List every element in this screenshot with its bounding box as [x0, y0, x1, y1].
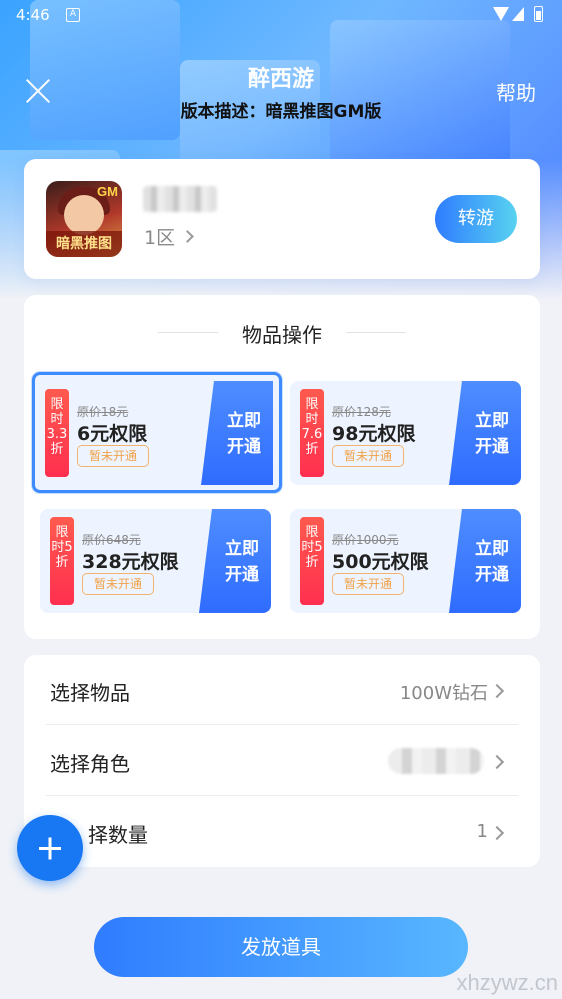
account-name-blurred [143, 186, 217, 212]
activate-button[interactable]: 立即 开通 [199, 509, 271, 613]
item-name: 500元权限 [332, 551, 429, 573]
select-quantity-row[interactable]: 择数量 1 [46, 797, 518, 867]
item-card[interactable]: 限时5折 原价648元 328元权限 暂未开通 立即 开通 [40, 509, 271, 613]
item-name: 6元权限 [77, 423, 148, 445]
items-section: 物品操作 限时3.3折 原价18元 6元权限 暂未开通 立即 开通 限时7.6折 … [24, 295, 540, 639]
gm-badge: GM [97, 184, 118, 199]
discount-tag: 限时7.6折 [300, 389, 324, 477]
status-badge: 暂未开通 [332, 445, 405, 467]
select-quantity-value: 1 [476, 821, 488, 842]
select-item-value: 100W钻石 [399, 683, 488, 704]
discount-tag: 限时3.3折 [45, 389, 69, 477]
game-card: GM 暗黑推图 1区 转游 [24, 159, 540, 279]
activate-label: 立即 开通 [475, 411, 509, 457]
status-badge: 暂未开通 [77, 445, 150, 467]
issue-items-button[interactable]: 发放道具 [94, 917, 468, 977]
item-name: 328元权限 [82, 551, 179, 573]
select-item-row[interactable]: 选择物品 100W钻石 [46, 655, 518, 725]
page-title: 醉西游 [247, 67, 314, 92]
status-bar: 4:46 A [0, 0, 562, 30]
game-icon: GM 暗黑推图 [46, 181, 122, 257]
original-price: 原价18元 [77, 405, 129, 419]
activate-button[interactable]: 立即 开通 [449, 509, 521, 613]
original-price: 原价1000元 [332, 533, 399, 547]
server-label: 1区 [144, 227, 176, 249]
transfer-game-button[interactable]: 转游 [435, 195, 517, 243]
activate-button[interactable]: 立即 开通 [201, 381, 273, 485]
chevron-right-icon [489, 825, 505, 841]
original-price: 原价648元 [82, 533, 141, 547]
select-quantity-label: 择数量 [88, 823, 148, 847]
add-floating-button[interactable] [17, 815, 83, 881]
activate-label: 立即 开通 [227, 411, 261, 457]
divider [346, 332, 406, 333]
item-name: 98元权限 [332, 423, 416, 445]
version-description: 版本描述：暗黑推图GM版 [180, 102, 382, 122]
top-bar: 醉西游 版本描述：暗黑推图GM版 帮助 [0, 55, 562, 125]
activate-button[interactable]: 立即 开通 [449, 381, 521, 485]
chevron-right-icon [181, 230, 194, 243]
battery-icon [534, 6, 543, 22]
notification-icon: A [66, 8, 80, 22]
section-title: 物品操作 [242, 323, 322, 347]
help-button[interactable]: 帮助 [496, 77, 536, 106]
select-role-label: 选择角色 [50, 752, 130, 776]
status-time: 4:46 [16, 6, 50, 24]
discount-tag: 限时5折 [50, 517, 74, 605]
item-card[interactable]: 限时7.6折 原价128元 98元权限 暂未开通 立即 开通 [290, 381, 521, 485]
activate-label: 立即 开通 [225, 539, 259, 585]
activate-label: 立即 开通 [475, 539, 509, 585]
original-price: 原价128元 [332, 405, 391, 419]
form-card: 选择物品 100W钻石 选择角色 择数量 1 [24, 655, 540, 867]
game-icon-banner: 暗黑推图 [46, 231, 122, 257]
character-face [64, 195, 104, 235]
status-badge: 暂未开通 [332, 573, 405, 595]
discount-tag: 限时5折 [300, 517, 324, 605]
select-item-label: 选择物品 [50, 681, 130, 705]
signal-icon [512, 7, 524, 21]
item-card[interactable]: 限时5折 原价1000元 500元权限 暂未开通 立即 开通 [290, 509, 521, 613]
role-name-blurred [388, 748, 484, 774]
server-selector[interactable]: 1区 [144, 223, 194, 250]
wifi-icon [493, 7, 509, 21]
item-card[interactable]: 限时3.3折 原价18元 6元权限 暂未开通 立即 开通 [32, 372, 282, 493]
select-role-row[interactable]: 选择角色 [46, 726, 518, 796]
status-badge: 暂未开通 [82, 573, 155, 595]
chevron-right-icon [489, 754, 505, 770]
watermark: xhzywz.cn [456, 970, 558, 995]
chevron-right-icon [489, 683, 505, 699]
